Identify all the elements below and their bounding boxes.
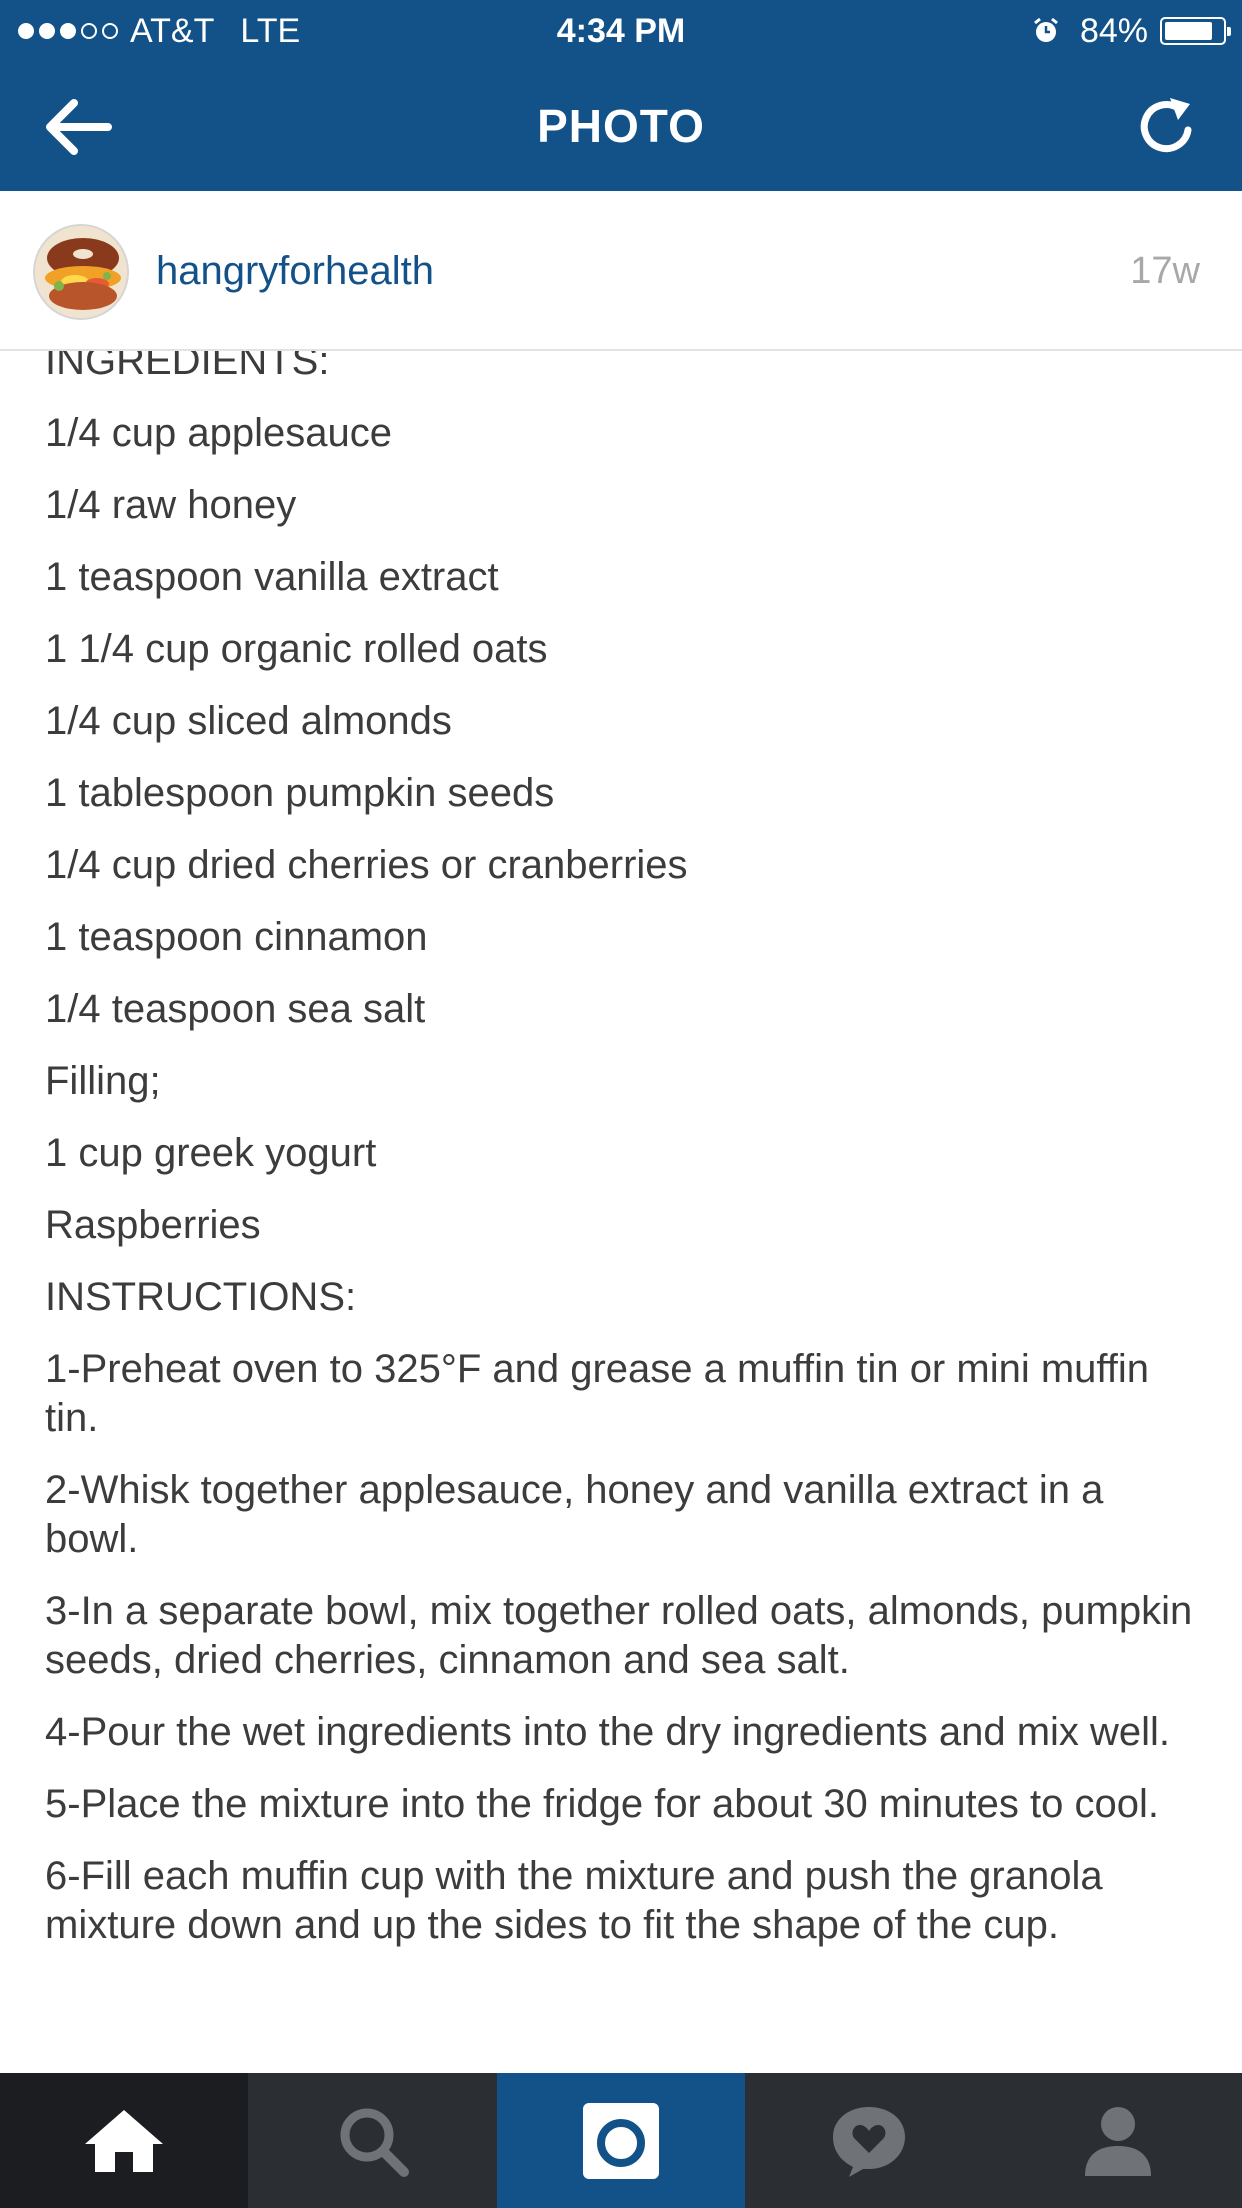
post-age: 17w [1130, 250, 1200, 292]
refresh-icon[interactable] [1132, 92, 1202, 162]
caption-line: 1 1/4 cup organic rolled oats [45, 627, 548, 671]
battery-percent: 84% [1079, 12, 1148, 50]
camera-icon [583, 2102, 660, 2179]
search-icon [340, 2108, 409, 2177]
caption-line: 1 tablespoon pumpkin seeds [45, 771, 555, 815]
activity-heart-icon [833, 2106, 906, 2177]
bagel-sandwich-icon [35, 226, 127, 318]
avatar[interactable] [33, 224, 129, 320]
caption-line: Raspberries [45, 1203, 261, 1247]
caption-line: 4-Pour the wet ingredients into the dry … [45, 1710, 1171, 1754]
caption-line: 1/4 raw honey [45, 483, 297, 527]
caption-line: Filling; [45, 1059, 161, 1103]
caption-line: 3-In a separate bowl, mix together rolle… [45, 1589, 1193, 1682]
page-title: PHOTO [537, 100, 705, 152]
tab-activity[interactable] [745, 2073, 993, 2208]
caption-line: 1/4 teaspoon sea salt [45, 987, 426, 1031]
caption-line: 1 teaspoon cinnamon [45, 915, 428, 959]
profile-icon [1084, 2106, 1151, 2176]
caption-line: INSTRUCTIONS: [45, 1275, 357, 1319]
username-link[interactable]: hangryforhealth [156, 191, 434, 351]
battery-icon [1160, 17, 1231, 45]
caption-line: 1-Preheat oven to 325°F and grease a muf… [45, 1347, 1150, 1440]
tab-search[interactable] [248, 2073, 496, 2208]
alarm-icon [1034, 17, 1058, 42]
home-icon [85, 2109, 164, 2172]
caption-line: 6-Fill each muffin cup with the mixture … [45, 1854, 1103, 1947]
caption-line: 1/4 cup sliced almonds [45, 699, 452, 743]
caption-line: 1 cup greek yogurt [45, 1131, 377, 1175]
caption-line: 1 teaspoon vanilla extract [45, 555, 499, 599]
caption-line: INGREDIENTS: [45, 351, 330, 383]
tab-bar [0, 2073, 1242, 2208]
post-header: hangryforhealth 17w [0, 191, 1242, 351]
caption-text: INGREDIENTS: 1/4 cup applesauce 1/4 raw ho… [0, 351, 1242, 2073]
nav-bar: PHOTO [0, 62, 1242, 191]
tab-profile[interactable] [994, 2073, 1242, 2208]
tab-home[interactable] [0, 2073, 249, 2208]
status-bar: AT&T LTE 4:34 PM 84% [0, 0, 1242, 62]
tab-camera[interactable] [496, 2073, 746, 2208]
caption-line: 1/4 cup applesauce [45, 411, 392, 455]
top-bar: AT&T LTE 4:34 PM 84% PHOTO [0, 0, 1242, 191]
caption-line: 1/4 cup dried cherries or cranberries [45, 843, 688, 887]
caption-line: 2-Whisk together applesauce, honey and v… [45, 1468, 1104, 1561]
caption-line: 5-Place the mixture into the fridge for … [45, 1782, 1159, 1826]
